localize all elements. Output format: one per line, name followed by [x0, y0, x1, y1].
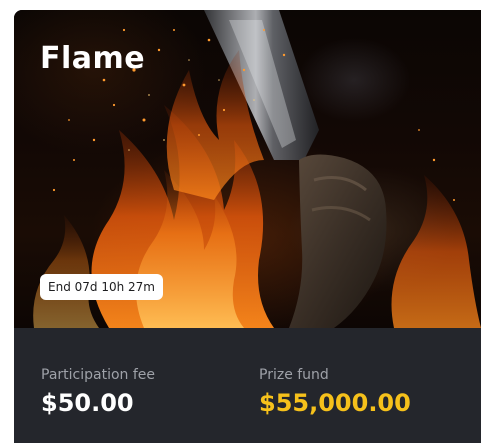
- participation-fee: Participation fee $50.00: [41, 366, 155, 418]
- tournament-card[interactable]: Flame End 07d 10h 27m Participation fee …: [14, 10, 481, 443]
- participation-fee-value: $50.00: [41, 389, 134, 417]
- prize-fund-value: $55,000.00: [259, 389, 411, 417]
- hero-image: Flame End 07d 10h 27m: [14, 10, 481, 328]
- tournament-title: Flame: [40, 41, 146, 76]
- prize-fund-label: Prize fund: [259, 367, 329, 383]
- prize-fund: Prize fund $55,000.00: [259, 366, 411, 418]
- participation-fee-label: Participation fee: [41, 367, 156, 383]
- end-timer-badge: End 07d 10h 27m: [40, 274, 163, 300]
- card-info-panel: Participation fee $50.00 Prize fund $55,…: [14, 328, 481, 443]
